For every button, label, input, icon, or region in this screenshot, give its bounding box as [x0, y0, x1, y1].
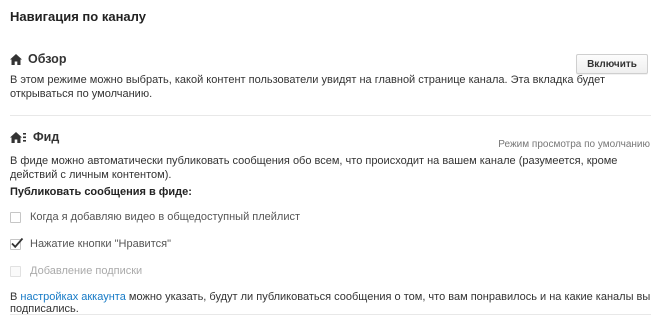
publish-heading: Публиковать сообщения в фиде:	[10, 186, 192, 198]
default-mode-label: Режим просмотра по умолчанию	[498, 139, 650, 150]
home-feed-icon	[10, 131, 26, 143]
overview-description: В этом режиме можно выбрать, какой конте…	[10, 74, 605, 100]
option-label: Добавление подписки	[30, 265, 143, 277]
feed-description: В фиде можно автоматически публиковать с…	[10, 155, 618, 181]
footer-text: В настройках аккаунта можно указать, буд…	[10, 291, 659, 315]
page-title: Навигация по каналу	[10, 9, 146, 24]
account-settings-link[interactable]: настройках аккаунта	[20, 291, 125, 303]
option-label: Нажатие кнопки "Нравится"	[30, 238, 171, 250]
option-playlist-row[interactable]: Когда я добавляю видео в общедоступный п…	[10, 211, 300, 223]
section-divider	[10, 115, 651, 116]
overview-title: Обзор	[28, 52, 67, 66]
option-label: Когда я добавляю видео в общедоступный п…	[30, 211, 301, 223]
footer-prefix: В	[10, 291, 21, 303]
playlist-checkbox[interactable]	[10, 211, 21, 223]
option-subscription-row: Добавление подписки	[10, 265, 142, 277]
feed-heading: Фид	[10, 130, 59, 144]
enable-button[interactable]: Включить	[576, 54, 648, 74]
home-icon	[10, 53, 22, 65]
bottom-divider	[10, 314, 651, 315]
subscription-checkbox	[10, 265, 21, 277]
checkmark-icon	[11, 237, 24, 248]
like-checkbox[interactable]	[10, 237, 24, 250]
option-like-row[interactable]: Нажатие кнопки "Нравится"	[10, 237, 171, 250]
feed-title: Фид	[33, 130, 60, 144]
overview-heading: Обзор	[10, 52, 66, 66]
